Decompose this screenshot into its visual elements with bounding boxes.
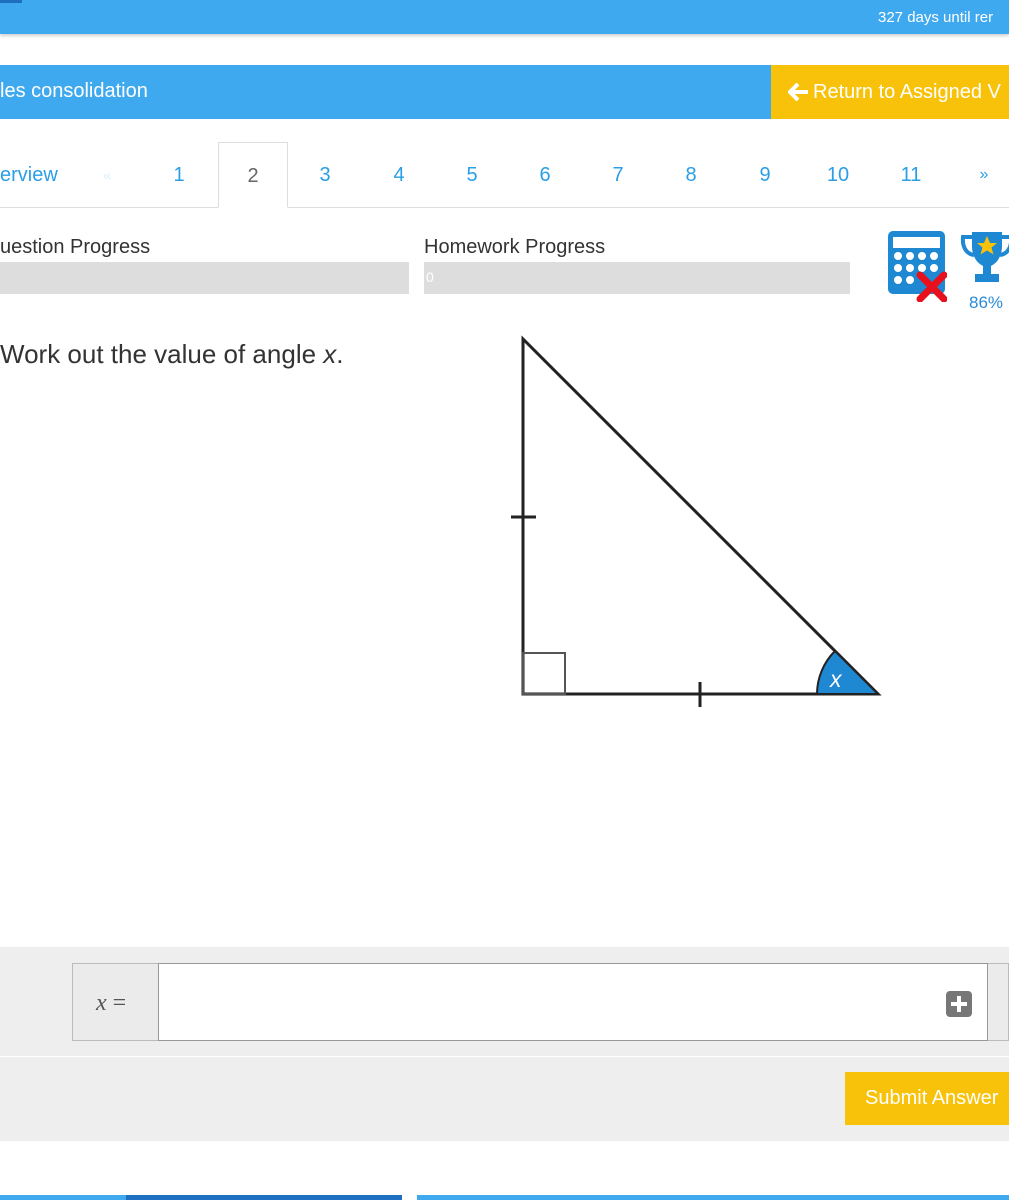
days-remaining-text: 327 days until rer (878, 9, 994, 26)
answer-equals: = (106, 990, 127, 1016)
score-percentage: 86% (969, 293, 1004, 312)
bottom-nav-segment (417, 1195, 1009, 1200)
tab-question-8[interactable]: 8 (658, 142, 724, 208)
homework-progress-label: Homework Progress (424, 236, 606, 258)
tab-question-1[interactable]: 1 (146, 142, 212, 208)
question-tabs: erview « 1 2 3 4 5 6 7 8 9 10 11 » (0, 142, 1009, 208)
tab-question-11[interactable]: 11 (878, 142, 944, 208)
homework-progress-text: 0 (426, 269, 434, 285)
angle-label: x (829, 666, 843, 692)
question-end: . (336, 339, 344, 369)
question-text: Work out the value of angle x. (0, 339, 344, 370)
tab-question-2[interactable]: 2 (218, 142, 288, 208)
trophy-icon (960, 232, 1009, 282)
tab-question-9[interactable]: 9 (732, 142, 798, 208)
return-to-assigned-label: Return to Assigned V (813, 81, 1001, 103)
question-progress-label: uestion Progress (0, 236, 151, 258)
homework-title-bar: les consolidation Return to Assigned V (0, 65, 1009, 119)
tab-next[interactable]: » (966, 142, 1002, 208)
tab-question-5[interactable]: 5 (439, 142, 505, 208)
return-to-assigned-button[interactable]: Return to Assigned V (771, 65, 1009, 119)
tab-question-6[interactable]: 6 (512, 142, 578, 208)
answer-divider (0, 1056, 1009, 1057)
bottom-nav-segment (0, 1195, 126, 1200)
top-bar: 327 days until rer (0, 0, 1009, 34)
triangle-outline (521, 335, 882, 696)
triangle-diagram: x (511, 335, 882, 707)
angle-marker (815, 649, 881, 695)
arrow-left-icon (788, 82, 808, 102)
tab-question-4[interactable]: 4 (366, 142, 432, 208)
calculator-not-allowed-icon[interactable] (887, 230, 947, 302)
tab-question-7[interactable]: 7 (585, 142, 651, 208)
homework-title: les consolidation (0, 80, 148, 102)
answer-variable-label: x = (96, 990, 126, 1017)
submit-answer-button[interactable]: Submit Answer (845, 1072, 1009, 1125)
tab-question-10[interactable]: 10 (805, 142, 871, 208)
answer-variable: x (96, 990, 107, 1016)
top-bar-tab-indicator (0, 0, 22, 3)
bottom-nav-segment-active (126, 1195, 402, 1200)
answer-input[interactable] (158, 963, 988, 1041)
homework-progress-bar: 0 (424, 262, 850, 294)
question-prompt: Work out the value of angle (0, 339, 324, 369)
tab-overview[interactable]: erview (0, 142, 60, 208)
plus-square-icon[interactable] (946, 991, 972, 1017)
question-variable: x (323, 339, 337, 369)
question-progress-bar (0, 262, 409, 294)
right-angle-marker (522, 652, 566, 695)
tab-question-3[interactable]: 3 (292, 142, 358, 208)
tab-previous[interactable]: « (92, 142, 122, 208)
